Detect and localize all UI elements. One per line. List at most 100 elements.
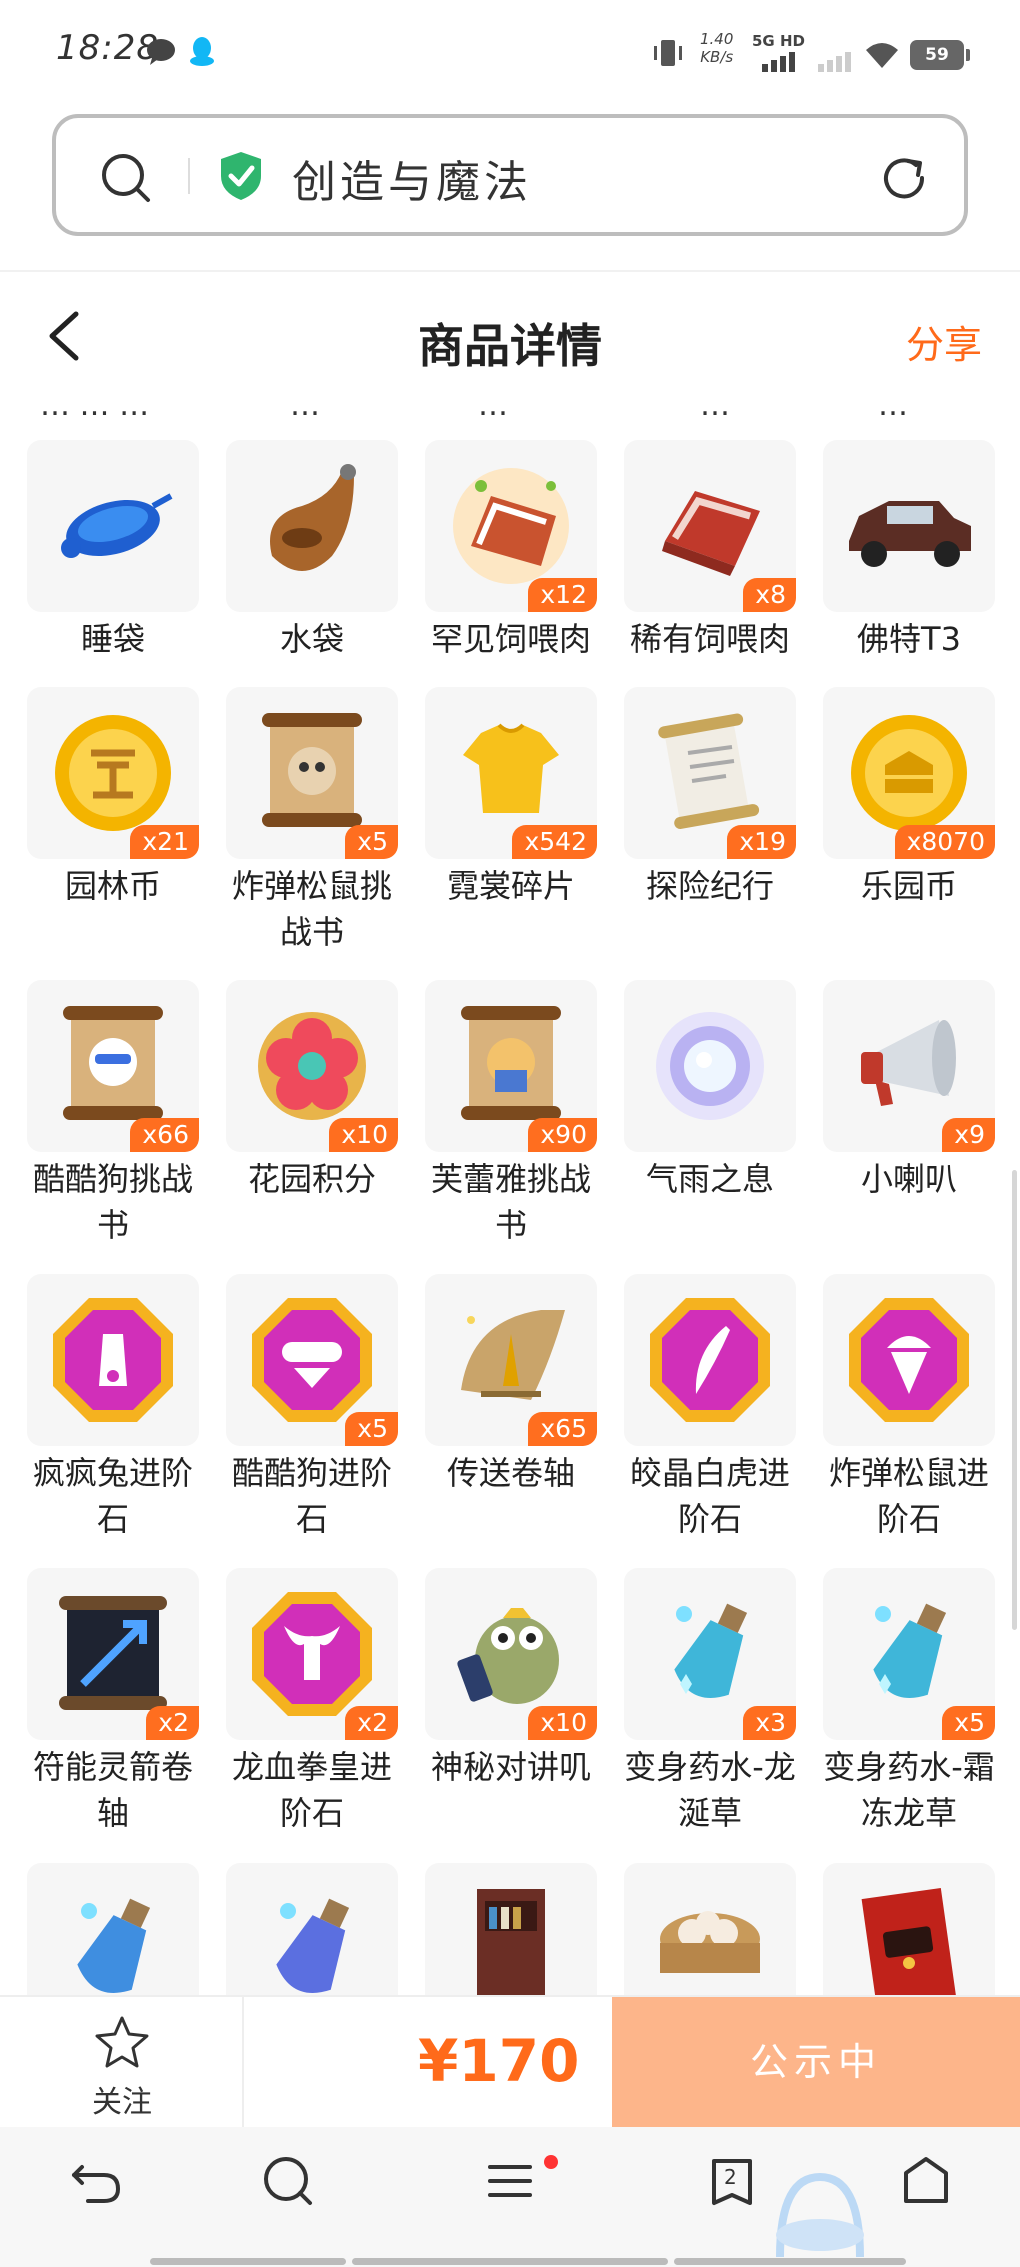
item-card[interactable]: x2 符能灵箭卷轴 (27, 1568, 199, 1836)
item-card[interactable]: x8070 乐园币 (823, 687, 995, 909)
scrollbar[interactable] (1012, 1170, 1017, 1630)
item-count-badge: x2 (146, 1706, 199, 1740)
item-name: 花园积分 (247, 1160, 376, 1198)
item-tile[interactable]: x2 (226, 1568, 398, 1740)
signal-2-icon (818, 52, 854, 76)
gesture-bar (674, 2258, 906, 2265)
item-tile[interactable] (823, 1274, 995, 1446)
item-count-badge: x66 (130, 1118, 199, 1152)
item-tile[interactable]: x19 (624, 687, 796, 859)
item-card[interactable] (823, 1863, 995, 1995)
item-tile[interactable]: x10 (226, 980, 398, 1152)
item-tile[interactable] (226, 1863, 398, 1995)
glowing-orb-icon (656, 1012, 764, 1120)
item-card[interactable]: x10 花园积分 (226, 980, 398, 1202)
item-tile[interactable] (823, 1863, 995, 1995)
follow-button[interactable]: 关注 (0, 1997, 244, 2127)
item-card[interactable]: 佛特T3 (823, 440, 995, 662)
item-card[interactable]: x3 变身药水-龙涎草 (624, 1568, 796, 1836)
item-card[interactable]: x5 炸弹松鼠挑战书 (226, 687, 398, 955)
back-icon[interactable] (68, 2153, 124, 2213)
item-tile[interactable]: x3 (624, 1568, 796, 1740)
item-tile[interactable] (624, 1863, 796, 1995)
item-card[interactable]: x21 园林币 (27, 687, 199, 909)
item-card[interactable] (226, 1863, 398, 1995)
item-tile[interactable] (624, 1274, 796, 1446)
item-card[interactable]: x5 酷酷狗进阶石 (226, 1274, 398, 1542)
vibrate-icon (650, 38, 686, 72)
item-tile[interactable]: x90 (425, 980, 597, 1152)
item-card[interactable] (425, 1863, 597, 1995)
item-tile[interactable]: x5 (226, 1274, 398, 1446)
network-type: 5G HD (752, 32, 805, 50)
item-tile[interactable] (823, 440, 995, 612)
item-card[interactable]: 皎晶白虎进阶石 (624, 1274, 796, 1542)
item-tile[interactable]: x8070 (823, 687, 995, 859)
item-card[interactable] (624, 1863, 796, 1995)
item-tile[interactable] (27, 1863, 199, 1995)
item-card[interactable]: 气雨之息 (624, 980, 796, 1202)
cut-off-label: … (478, 400, 508, 423)
item-count-badge: x65 (528, 1412, 597, 1446)
menu-icon[interactable] (482, 2153, 538, 2213)
public-notice-button[interactable]: 公示中 (612, 1997, 1020, 2127)
browser-search-bar[interactable]: 创造与魔法 (52, 114, 968, 236)
item-tile[interactable] (27, 1274, 199, 1446)
item-card[interactable]: x5 变身药水-霜冻龙草 (823, 1568, 995, 1836)
item-card[interactable]: x66 酷酷狗挑战书 (27, 980, 199, 1248)
gesture-bar (352, 2258, 668, 2265)
item-card[interactable]: x9 小喇叭 (823, 980, 995, 1202)
gesture-bar (150, 2258, 346, 2265)
item-tile[interactable]: x542 (425, 687, 597, 859)
search-icon[interactable] (100, 152, 152, 208)
item-card[interactable]: 睡袋 (27, 440, 199, 662)
item-card[interactable]: x19 探险纪行 (624, 687, 796, 909)
item-card[interactable]: 炸弹松鼠进阶石 (823, 1274, 995, 1542)
item-card[interactable]: x8 稀有饲喂肉 (624, 440, 796, 662)
item-count-badge: x10 (528, 1706, 597, 1740)
item-card[interactable]: 水袋 (226, 440, 398, 662)
item-tile[interactable]: x12 (425, 440, 597, 612)
item-tile[interactable]: x21 (27, 687, 199, 859)
item-tile[interactable] (27, 440, 199, 612)
walkie-bird-icon (457, 1608, 559, 1704)
item-card[interactable]: x10 神秘对讲叽 (425, 1568, 597, 1790)
item-tile[interactable] (226, 440, 398, 612)
item-card[interactable]: x542 霓裳碎片 (425, 687, 597, 909)
share-button[interactable]: 分享 (906, 314, 982, 369)
item-card[interactable] (27, 1863, 199, 1995)
qq-icon (188, 36, 216, 72)
gem-squirrel-icon (849, 1298, 969, 1422)
item-tile[interactable] (624, 980, 796, 1152)
bookshelf-icon (477, 1889, 545, 1995)
item-tile[interactable]: x10 (425, 1568, 597, 1740)
item-tile[interactable]: x5 (226, 687, 398, 859)
search-bar-title[interactable]: 创造与魔法 (292, 146, 532, 210)
item-tile[interactable]: x65 (425, 1274, 597, 1446)
item-tile[interactable]: x66 (27, 980, 199, 1152)
item-tile[interactable] (425, 1863, 597, 1995)
status-time: 18:28 (56, 28, 159, 68)
refresh-icon[interactable] (878, 152, 930, 208)
status-bar: 18:28 1.40 KB/s 5G HD 59 (0, 0, 1020, 105)
arrow-scroll-icon (59, 1596, 167, 1710)
item-card[interactable]: x2 龙血拳皇进阶石 (226, 1568, 398, 1836)
item-tile[interactable]: x2 (27, 1568, 199, 1740)
item-count-badge: x5 (345, 1412, 398, 1446)
item-tile[interactable]: x8 (624, 440, 796, 612)
item-card[interactable]: 疯疯兔进阶石 (27, 1274, 199, 1542)
item-tile[interactable]: x9 (823, 980, 995, 1152)
search-divider (188, 158, 190, 194)
item-card[interactable]: x12 罕见饲喂肉 (425, 440, 597, 662)
page-title: 商品详情 (418, 319, 602, 373)
home-icon[interactable] (898, 2153, 954, 2213)
potion-icon (873, 1603, 947, 1698)
item-tile[interactable]: x5 (823, 1568, 995, 1740)
bottom-action-bar: 关注 ¥170 公示中 (0, 1995, 1020, 2127)
item-count-badge: x10 (329, 1118, 398, 1152)
item-card[interactable]: x90 芙蕾雅挑战书 (425, 980, 597, 1248)
battery-indicator: 59 (910, 40, 970, 70)
item-card[interactable]: x65 传送卷轴 (425, 1274, 597, 1496)
item-name: 芙蕾雅挑战书 (430, 1160, 591, 1244)
search-icon[interactable] (260, 2153, 316, 2213)
